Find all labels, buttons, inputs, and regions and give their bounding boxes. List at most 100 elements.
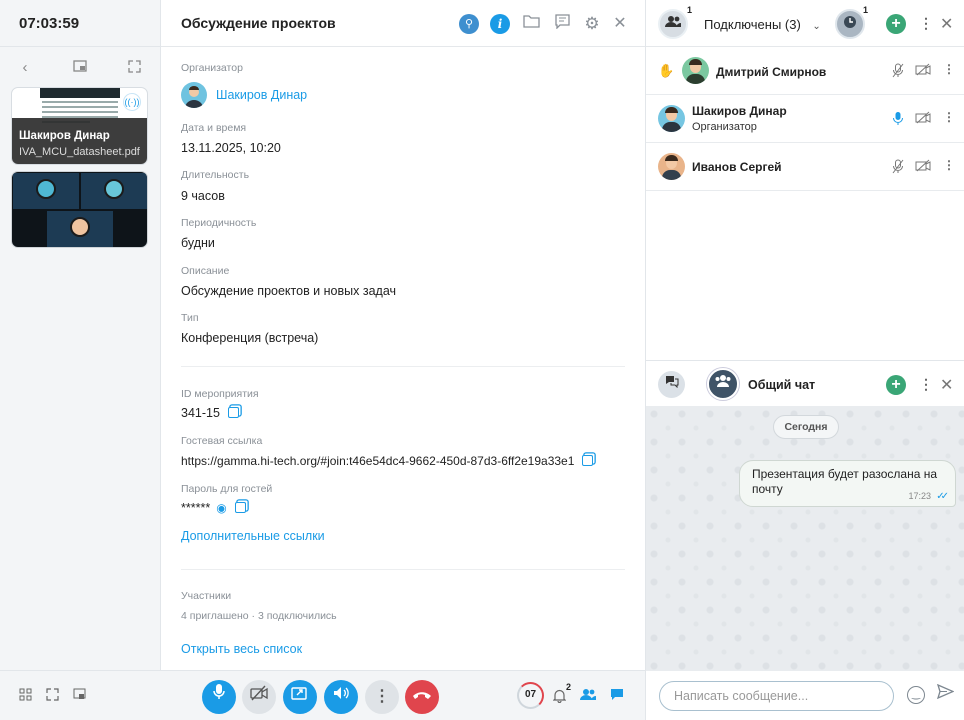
participant-role: Организатор [692,121,757,133]
raised-hand-icon: ✋ [658,63,675,78]
meeting-timer: 07 [517,682,544,709]
chat-notes-icon[interactable] [552,14,572,34]
eye-icon[interactable]: ◉ [216,501,226,515]
close-chat-icon[interactable]: ✕ [940,375,953,395]
open-full-list-link[interactable]: Открыть весь список [181,642,302,656]
microphone-off-icon [892,159,904,177]
video-grid-tile[interactable] [11,171,148,248]
chat-input-bar: ‿ [646,671,964,720]
close-icon[interactable]: ✕ [940,14,953,34]
add-to-chat-button[interactable]: + [886,375,906,395]
read-ticks-icon: ✓✓ [936,491,949,502]
chat-message[interactable]: Презентация будет разослана на почту 17:… [739,460,956,507]
avatar [658,153,685,180]
participant-name: Шакиров Динар [692,104,787,118]
participant-row[interactable]: ✋ Дмитрий Смирнов ⋮ [646,47,964,95]
divider [161,46,645,47]
guest-password-value: ****** [181,501,211,515]
avatar [682,57,709,84]
connected-label: Подключены (3) [704,17,801,32]
close-icon[interactable]: ✕ [610,14,630,34]
presentation-tile[interactable]: ((·)) Шакиров Динар IVA_MCU_datasheet.pd… [11,87,148,165]
camera-off-icon [915,63,931,79]
chats-list-button[interactable] [658,371,685,398]
message-input[interactable] [659,681,894,711]
group-chat-avatar [707,368,739,400]
tile-file-name: IVA_MCU_datasheet.pdf [19,146,140,158]
picture-in-picture-icon[interactable] [72,60,88,76]
emoji-icon[interactable]: ‿ [907,686,925,704]
history-clock-button[interactable] [835,9,865,39]
copy-icon[interactable] [582,455,594,466]
history-badge: 1 [863,5,869,15]
participant-row[interactable]: Иванов Сергей ⋮ [646,143,964,191]
chat-icon[interactable] [610,688,624,704]
chevron-down-icon: ⌄ [812,21,821,32]
chat-title: Общий чат [748,378,816,392]
folder-icon[interactable] [521,14,541,34]
organizer-name-link[interactable]: Шакиров Динар [216,88,307,102]
right-panel: 1 Подключены (3) ⌄ 1 + ⋮ ✕ ✋ Дмитрий Сми… [645,0,964,720]
description-label: Описание [181,265,230,277]
tile-presenter-name: Шакиров Динар [19,130,110,142]
chat-more-icon[interactable]: ⋮ [919,376,933,393]
fullscreen-icon[interactable] [46,688,59,704]
guest-link-label: Гостевая ссылка [181,435,263,447]
more-button[interactable]: ⋮ [365,680,399,714]
message-time: 17:23 [908,491,931,501]
description-value: Обсуждение проектов и новых задач [181,284,397,298]
divider [181,569,625,570]
speaker-button[interactable] [324,680,358,714]
bell-icon[interactable] [552,688,567,706]
copy-icon[interactable] [227,407,239,418]
add-participant-button[interactable]: + [886,14,906,34]
divider [181,366,625,367]
hang-up-button[interactable] [405,680,439,714]
clock: 07:03:59 [19,15,80,32]
participant-row[interactable]: Шакиров Динар Организатор ⋮ [646,95,964,143]
grid-layout-icon[interactable] [19,688,32,704]
bottom-toolbar: ⋮ 2 [0,670,645,720]
participant-name: Дмитрий Смирнов [716,65,827,79]
divider [646,360,964,361]
guest-link-row: https://gamma.hi-tech.org/#join:t46e54dc… [181,454,594,468]
type-label: Тип [181,312,199,324]
participant-menu-icon[interactable]: ⋮ [943,62,955,76]
organizer-label: Организатор [181,62,243,74]
camera-off-button[interactable] [242,680,276,714]
extra-links-link[interactable]: Дополнительные ссылки [181,529,325,543]
event-id-row: 341-15 [181,406,239,420]
copy-icon[interactable] [234,502,246,513]
more-options-icon[interactable]: ⋮ [919,15,933,32]
expand-icon[interactable] [126,60,142,76]
chat-messages[interactable]: Сегодня Презентация будет разослана на п… [646,406,964,671]
event-id-label: ID мероприятия [181,388,259,400]
send-icon[interactable] [936,683,955,704]
participants-summary: 4 приглашено · 3 подключились [181,610,337,622]
microphone-button[interactable] [202,680,236,714]
duration-label: Длительность [181,169,250,181]
notifications-badge: 2 [566,682,572,692]
meeting-info-panel: Обсуждение проектов ⚲ i ⚙ ✕ Организатор … [161,0,645,670]
microphone-off-icon [892,63,904,81]
connected-dropdown[interactable]: Подключены (3) ⌄ [704,17,821,32]
avatar [658,105,685,132]
participants-label: Участники [181,590,232,602]
chevron-left-icon[interactable]: ‹ [17,60,33,76]
participants-icon[interactable] [580,688,596,704]
duration-value: 9 часов [181,189,225,203]
participant-menu-icon[interactable]: ⋮ [943,110,955,124]
periodicity-label: Периодичность [181,217,257,229]
gear-icon[interactable]: ⚙ [582,14,602,34]
info-icon[interactable]: i [490,14,510,34]
avatar [181,82,207,108]
share-screen-button[interactable] [283,680,317,714]
guest-password-row: ****** ◉ [181,501,246,515]
picture-in-picture-icon[interactable] [73,688,86,704]
network-icon[interactable]: ⚲ [459,14,479,34]
datetime-label: Дата и время [181,122,247,134]
participants-button[interactable] [658,9,688,39]
page-title: Обсуждение проектов [181,15,336,31]
participant-menu-icon[interactable]: ⋮ [943,158,955,172]
date-separator: Сегодня [773,415,839,439]
